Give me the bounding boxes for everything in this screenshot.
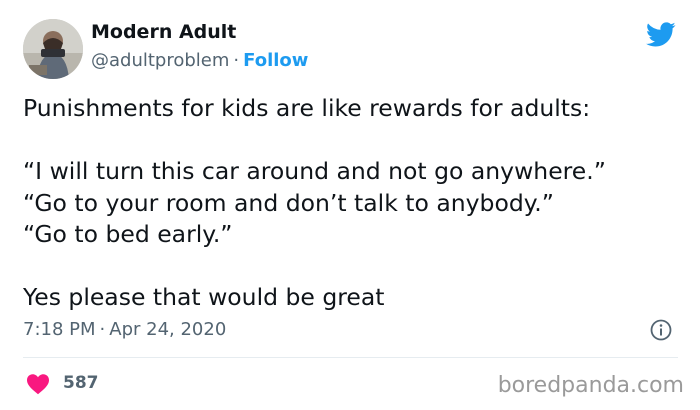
separator-dot: · — [233, 50, 240, 71]
tweet-line: Yes please that would be great — [23, 283, 385, 311]
tweet-time[interactable]: 7:18 PM — [23, 319, 96, 340]
tweet-line: “Go to bed early.” — [23, 220, 233, 248]
timestamp[interactable]: 7:18 PM · Apr 24, 2020 — [23, 319, 226, 340]
info-icon[interactable] — [650, 319, 672, 341]
tweet-line: “Go to your room and don’t talk to anybo… — [23, 188, 554, 217]
like-count: 587 — [63, 373, 99, 393]
divider — [23, 357, 678, 358]
twitter-bird-icon[interactable] — [644, 19, 678, 49]
follow-button[interactable]: Follow — [243, 50, 308, 71]
watermark: boredpanda.com — [497, 373, 684, 398]
tweet-text: Punishments for kids are like rewards fo… — [23, 93, 683, 314]
heart-icon[interactable] — [26, 373, 50, 395]
tweet-date[interactable]: Apr 24, 2020 — [109, 319, 226, 340]
separator-dot: · — [99, 319, 106, 340]
tweet-line: Punishments for kids are like rewards fo… — [23, 94, 591, 122]
handle-row: @adultproblem · Follow — [91, 50, 308, 71]
tweet-card: Modern Adult @adultproblem · Follow Punish… — [0, 0, 700, 410]
tweet-line: “I will turn this car around and not go … — [23, 157, 606, 185]
tweet-line — [23, 125, 683, 157]
author-handle[interactable]: @adultproblem — [91, 50, 229, 71]
author-name[interactable]: Modern Adult — [91, 21, 236, 43]
tweet-line — [23, 251, 683, 283]
avatar[interactable] — [23, 19, 83, 79]
